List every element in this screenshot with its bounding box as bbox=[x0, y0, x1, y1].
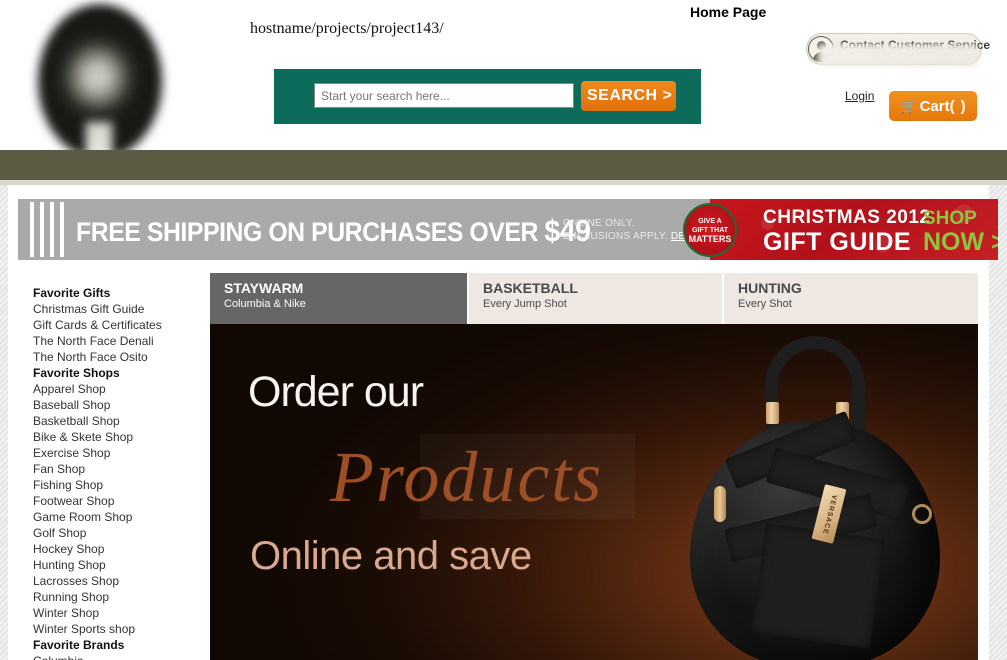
cart-button[interactable]: 🛒 Cart( ) bbox=[889, 91, 977, 121]
handbag-product-image: VERSACE bbox=[640, 326, 970, 660]
sidebar-link[interactable]: Basketball Shop bbox=[33, 413, 208, 429]
promo-stripes-decoration bbox=[30, 202, 68, 257]
sidebar-link[interactable]: Fishing Shop bbox=[33, 477, 208, 493]
search-bar: SEARCH > bbox=[274, 69, 701, 124]
site-header: hostname/projects/project143/ Home Page … bbox=[0, 0, 1007, 162]
sidebar-link[interactable]: Footwear Shop bbox=[33, 493, 208, 509]
sidebar-link[interactable]: Gift Cards & Certificates bbox=[33, 317, 208, 333]
sidebar-link[interactable]: Christmas Gift Guide bbox=[33, 301, 208, 317]
category-tab-title: BASKETBALL bbox=[483, 280, 578, 296]
sidebar-link[interactable]: Exercise Shop bbox=[33, 445, 208, 461]
sidebar-link[interactable]: Hunting Shop bbox=[33, 557, 208, 573]
bag-ribbon-4 bbox=[750, 523, 886, 649]
sidebar-link[interactable]: Fan Shop bbox=[33, 461, 208, 477]
sidebar-link[interactable]: Columbia bbox=[33, 653, 208, 660]
category-tab[interactable]: BASKETBALL Every Jump Shot bbox=[469, 273, 722, 324]
category-tab-subtitle: Every Shot bbox=[738, 298, 792, 310]
page-root: hostname/projects/project143/ Home Page … bbox=[0, 0, 1007, 660]
bag-ring bbox=[912, 504, 932, 524]
sidebar-heading: Favorite Shops bbox=[33, 366, 120, 380]
sidebar-link[interactable]: Bike & Skete Shop bbox=[33, 429, 208, 445]
sidebar-link[interactable]: Game Room Shop bbox=[33, 509, 208, 525]
cart-label: Cart( bbox=[919, 97, 955, 115]
category-tab-title: STAYWARM bbox=[224, 280, 304, 296]
search-input[interactable] bbox=[314, 83, 574, 108]
hostname-text: hostname/projects/project143/ bbox=[250, 20, 444, 37]
promo-now-label[interactable]: NOW >> bbox=[923, 228, 998, 257]
sidebar-link[interactable]: Winter Sports shop bbox=[33, 621, 208, 637]
cart-label-end: ) bbox=[960, 97, 966, 115]
redaction-overlay bbox=[818, 44, 978, 66]
promo-christmas-year: CHRISTMAS 2012 bbox=[763, 207, 931, 228]
promo-banner[interactable]: FREE SHIPPING ON PURCHASES OVER $49 ONLI… bbox=[18, 199, 998, 260]
seal-line-1: GIVE A bbox=[698, 217, 722, 225]
bag-ferrule-left bbox=[766, 402, 779, 424]
promo-headline: FREE SHIPPING ON PURCHASES OVER $49 bbox=[76, 213, 591, 249]
shopping-cart-icon: 🛒 bbox=[900, 98, 917, 114]
hero-line-3: Online and save bbox=[250, 534, 532, 578]
search-button[interactable]: SEARCH > bbox=[581, 81, 676, 111]
sidebar-link[interactable]: Running Shop bbox=[33, 589, 208, 605]
bag-handle bbox=[765, 336, 865, 432]
site-logo[interactable] bbox=[38, 4, 162, 162]
bag-clasp bbox=[714, 486, 726, 522]
sidebar-nav: Favorite Gifts Christmas Gift Guide Gift C… bbox=[33, 285, 208, 660]
sidebar-link[interactable]: Hockey Shop bbox=[33, 541, 208, 557]
category-tab[interactable]: HUNTING Every Shot bbox=[724, 273, 978, 324]
hero-banner[interactable]: Order our Products Online and save VERSA… bbox=[210, 324, 978, 660]
promo-headline-text: FREE SHIPPING ON PURCHASES OVER bbox=[76, 217, 545, 247]
sidebar-heading: Favorite Brands bbox=[33, 638, 125, 652]
promo-gift-guide: GIFT GUIDE bbox=[763, 228, 912, 256]
sidebar-link[interactable]: The North Face Osito bbox=[33, 349, 208, 365]
promo-fine-line2: EXCLUSIONS APPLY. bbox=[563, 231, 668, 242]
sidebar-heading: Favorite Gifts bbox=[33, 286, 111, 300]
sidebar-link[interactable]: Apparel Shop bbox=[33, 381, 208, 397]
sidebar-link[interactable]: Golf Shop bbox=[33, 525, 208, 541]
sidebar-link[interactable]: Baseball Shop bbox=[33, 397, 208, 413]
login-link[interactable]: Login bbox=[845, 89, 874, 103]
category-tab[interactable]: STAYWARM Columbia & Nike bbox=[210, 273, 467, 324]
sidebar-link[interactable]: Lacrosses Shop bbox=[33, 573, 208, 589]
seal-line-3: MATTERS bbox=[688, 233, 732, 244]
category-tab-subtitle: Columbia & Nike bbox=[224, 298, 306, 310]
main-nav-bar[interactable] bbox=[0, 150, 1007, 180]
gift-seal-badge: GIVE A GIFT THAT MATTERS bbox=[683, 203, 737, 257]
sidebar-link[interactable]: The North Face Denali bbox=[33, 333, 208, 349]
hero-line-2: Products bbox=[330, 437, 604, 517]
category-tab-title: HUNTING bbox=[738, 280, 802, 296]
brand-plate-label: VERSACE bbox=[820, 493, 838, 535]
promo-fine-line1: ONLINE ONLY. bbox=[563, 218, 635, 229]
page-title: Home Page bbox=[690, 4, 767, 20]
category-tab-subtitle: Every Jump Shot bbox=[483, 298, 567, 310]
promo-shop-label[interactable]: SHOP bbox=[923, 208, 977, 230]
nav-underline bbox=[0, 180, 1007, 185]
hero-line-1: Order our bbox=[248, 368, 424, 416]
sidebar-link[interactable]: Winter Shop bbox=[33, 605, 208, 621]
category-tabs: STAYWARM Columbia & Nike BASKETBALL Every J… bbox=[210, 273, 978, 324]
